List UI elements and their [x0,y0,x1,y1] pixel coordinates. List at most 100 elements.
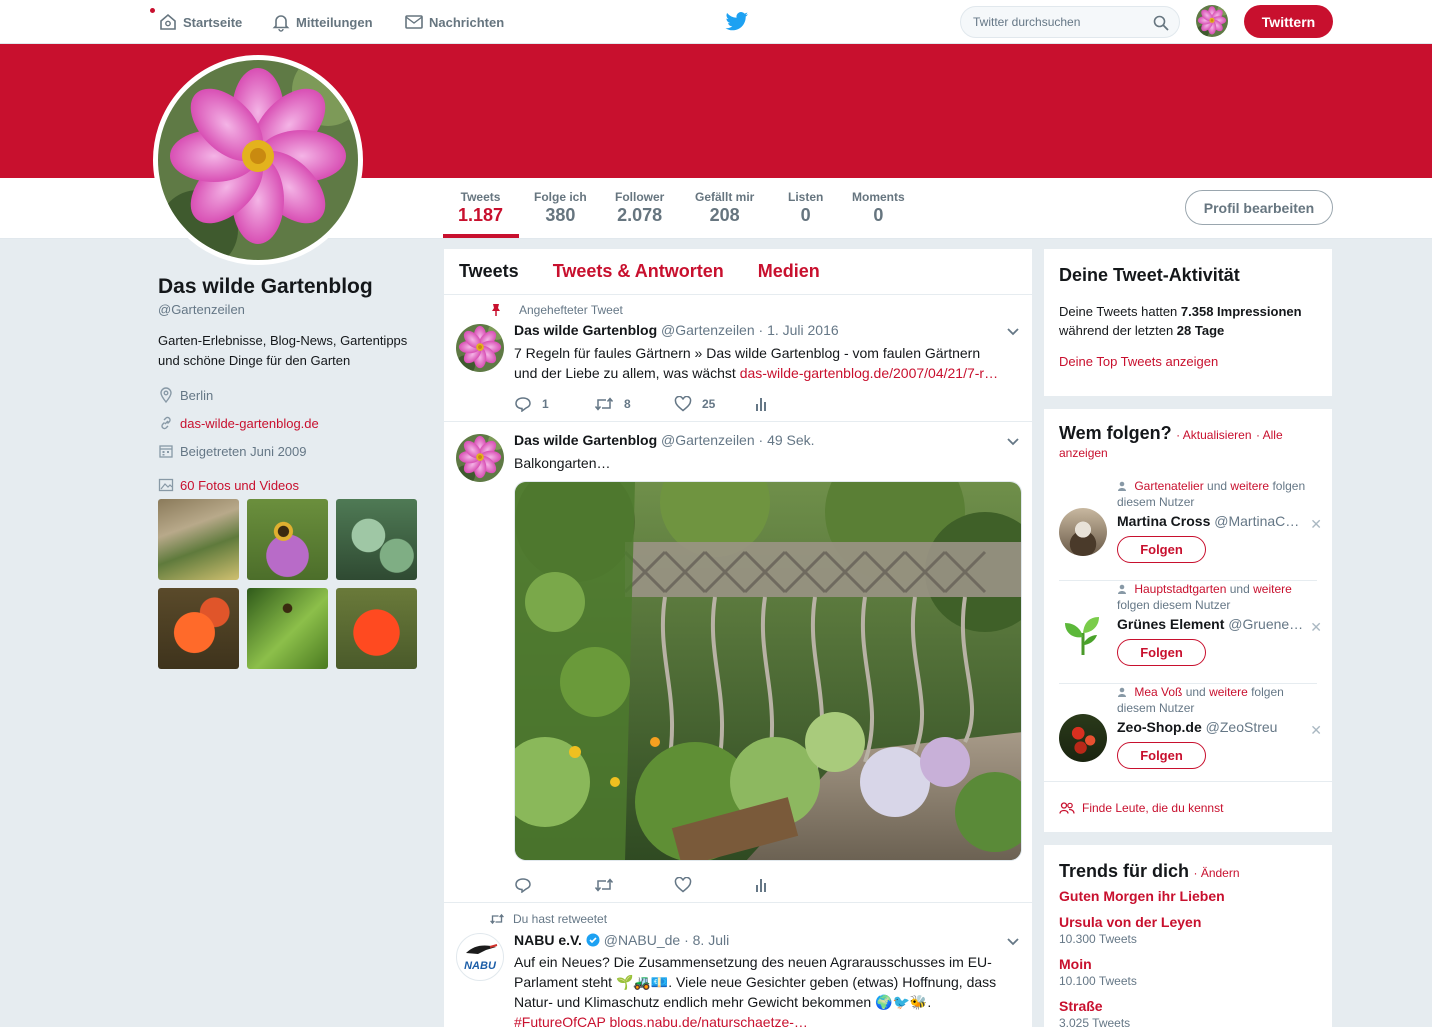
profile-joined: Beigetreten Juni 2009 [158,441,428,461]
tweet[interactable]: Du hast retweetet NABU NABU e.V. @NABU_d… [444,903,1032,1027]
edit-profile-button[interactable]: Profil bearbeiten [1185,190,1333,225]
tweet-meta[interactable]: @Gartenzeilen · 1. Juli 2016 [661,322,839,338]
dismiss-icon[interactable]: ✕ [1310,722,1322,739]
tweet-media-image[interactable] [514,481,1022,861]
find-people-link[interactable]: Finde Leute, die du kennst [1059,801,1223,815]
account-avatar[interactable] [1196,5,1228,37]
stat-value: 208 [709,205,740,225]
stat-following[interactable]: Folge ich 380 [534,190,587,226]
profile-avatar[interactable] [153,55,363,265]
chevron-down-icon[interactable] [1006,327,1020,337]
tweet-actions: 1 8 25 [514,396,834,412]
tab-tweets-and-replies[interactable]: Tweets & Antworten [553,261,724,282]
suggestion-avatar[interactable] [1059,611,1107,659]
heart-icon [674,396,692,412]
photo-thumbnail[interactable] [247,499,328,580]
trend-item[interactable]: Straße 3.025 Tweets [1059,998,1317,1027]
follow-button[interactable]: Folgen [1117,639,1206,666]
search-box [960,6,1180,38]
trend-item[interactable]: Ursula von der Leyen 10.300 Tweets [1059,914,1317,946]
trend-item[interactable]: Moin 10.100 Tweets [1059,956,1317,988]
follow-button[interactable]: Folgen [1117,536,1206,563]
tweet-author-name[interactable]: NABU e.V. [514,932,582,948]
reply-action[interactable]: 1 [514,396,594,412]
context-user[interactable]: Gartenatelier [1134,479,1203,493]
context-more[interactable]: weitere [1230,479,1269,493]
follow-button[interactable]: Folgen [1117,742,1206,769]
tweet-meta[interactable]: @NABU_de · 8. Juli [604,932,729,948]
follow-suggestion: Gartenatelier und weitere folgen diesem … [1059,478,1322,581]
tweet-avatar[interactable] [456,324,504,372]
photos-videos-label: 60 Fotos und Videos [180,477,300,493]
search-input[interactable] [973,15,1143,29]
photo-thumbnail[interactable] [336,499,417,580]
suggestion-name[interactable]: Grünes Element @Gruene… [1117,616,1317,632]
top-tweets-link[interactable]: Deine Top Tweets anzeigen [1059,354,1317,369]
dismiss-icon[interactable]: ✕ [1310,619,1322,636]
suggestion-avatar[interactable] [1059,508,1107,556]
tweet-link[interactable]: #FutureOfCAP blogs.nabu.de/naturschaetze… [514,1014,808,1027]
pin-icon [492,304,500,316]
tweet[interactable]: Das wilde Gartenblog @Gartenzeilen · 49 … [444,422,1032,903]
trend-name: Ursula von der Leyen [1059,914,1202,930]
trend-item[interactable]: Guten Morgen ihr Lieben [1059,888,1317,904]
like-action[interactable]: 25 [674,396,754,412]
context-more[interactable]: weitere [1209,685,1248,699]
analytics-action[interactable] [754,877,834,893]
photo-thumbnail[interactable] [158,499,239,580]
tweet-activity-title: Deine Tweet-Aktivität [1059,265,1240,285]
trend-name: Moin [1059,956,1092,972]
stat-moments[interactable]: Moments 0 [852,190,905,226]
profile-website[interactable]: das-wilde-gartenblog.de [158,413,428,433]
profile-handle[interactable]: @Gartenzeilen [158,302,428,317]
suggestion-avatar[interactable] [1059,714,1107,762]
suggestion-handle: @Gruene… [1228,616,1304,632]
suggestion-name[interactable]: Zeo-Shop.de @ZeoStreu [1117,719,1317,735]
refresh-link[interactable]: · Aktualisieren [1176,428,1251,442]
search-icon[interactable] [1153,15,1169,31]
tweet-author-name[interactable]: Das wilde Gartenblog [514,432,657,448]
stat-lists[interactable]: Listen 0 [788,190,823,226]
tweet[interactable]: Angehefteter Tweet Das wilde Gartenblog … [444,295,1032,422]
tab-media[interactable]: Medien [758,261,820,282]
person-icon [1118,584,1126,594]
retweet-action[interactable]: 8 [594,396,674,412]
retweet-icon [490,913,504,925]
suggestion-name[interactable]: Martina Cross @MartinaC… [1117,513,1317,529]
context-user[interactable]: Mea Voß [1134,685,1182,699]
stat-tweets[interactable]: Tweets 1.187 [458,190,503,226]
tab-tweets[interactable]: Tweets [459,261,519,282]
verified-badge-icon [586,933,600,947]
photos-videos-link[interactable]: 60 Fotos und Videos [158,477,428,493]
stat-label: Tweets [460,190,501,204]
tweet-link[interactable]: das-wilde-gartenblog.de/2007/04/21/7-r… [740,365,998,381]
context-and: und [1203,479,1231,493]
change-trends-link[interactable]: · Ändern [1193,866,1239,880]
retweet-icon [594,397,614,411]
chevron-down-icon[interactable] [1006,437,1020,447]
stat-followers[interactable]: Follower 2.078 [615,190,664,226]
tweet-meta[interactable]: @Gartenzeilen · 49 Sek. [661,432,815,448]
photo-thumbnail[interactable] [247,588,328,669]
stat-likes[interactable]: Gefällt mir 208 [695,190,754,226]
analytics-action[interactable] [754,396,834,412]
dismiss-icon[interactable]: ✕ [1310,516,1322,533]
context-user[interactable]: Hauptstadtgarten [1134,582,1226,596]
retweet-action[interactable] [594,877,674,893]
tweet-avatar[interactable] [456,434,504,482]
chevron-down-icon[interactable] [1006,937,1020,947]
twitter-bird-icon[interactable] [725,11,749,33]
reply-action[interactable] [514,877,594,893]
photo-thumbnail[interactable] [158,588,239,669]
context-more[interactable]: weitere [1253,582,1292,596]
nav-notifications[interactable]: Mitteilungen [271,0,373,44]
profile-name[interactable]: Das wilde Gartenblog [158,275,428,299]
tweet-context-label: Du hast retweetet [513,912,608,926]
nav-home[interactable]: Startseite [158,0,242,44]
tweet-button[interactable]: Twittern [1244,5,1333,38]
like-action[interactable] [674,877,754,893]
nav-messages[interactable]: Nachrichten [404,0,504,44]
photo-thumbnail[interactable] [336,588,417,669]
nabu-avatar[interactable]: NABU [456,933,504,981]
tweet-author-name[interactable]: Das wilde Gartenblog [514,322,657,338]
